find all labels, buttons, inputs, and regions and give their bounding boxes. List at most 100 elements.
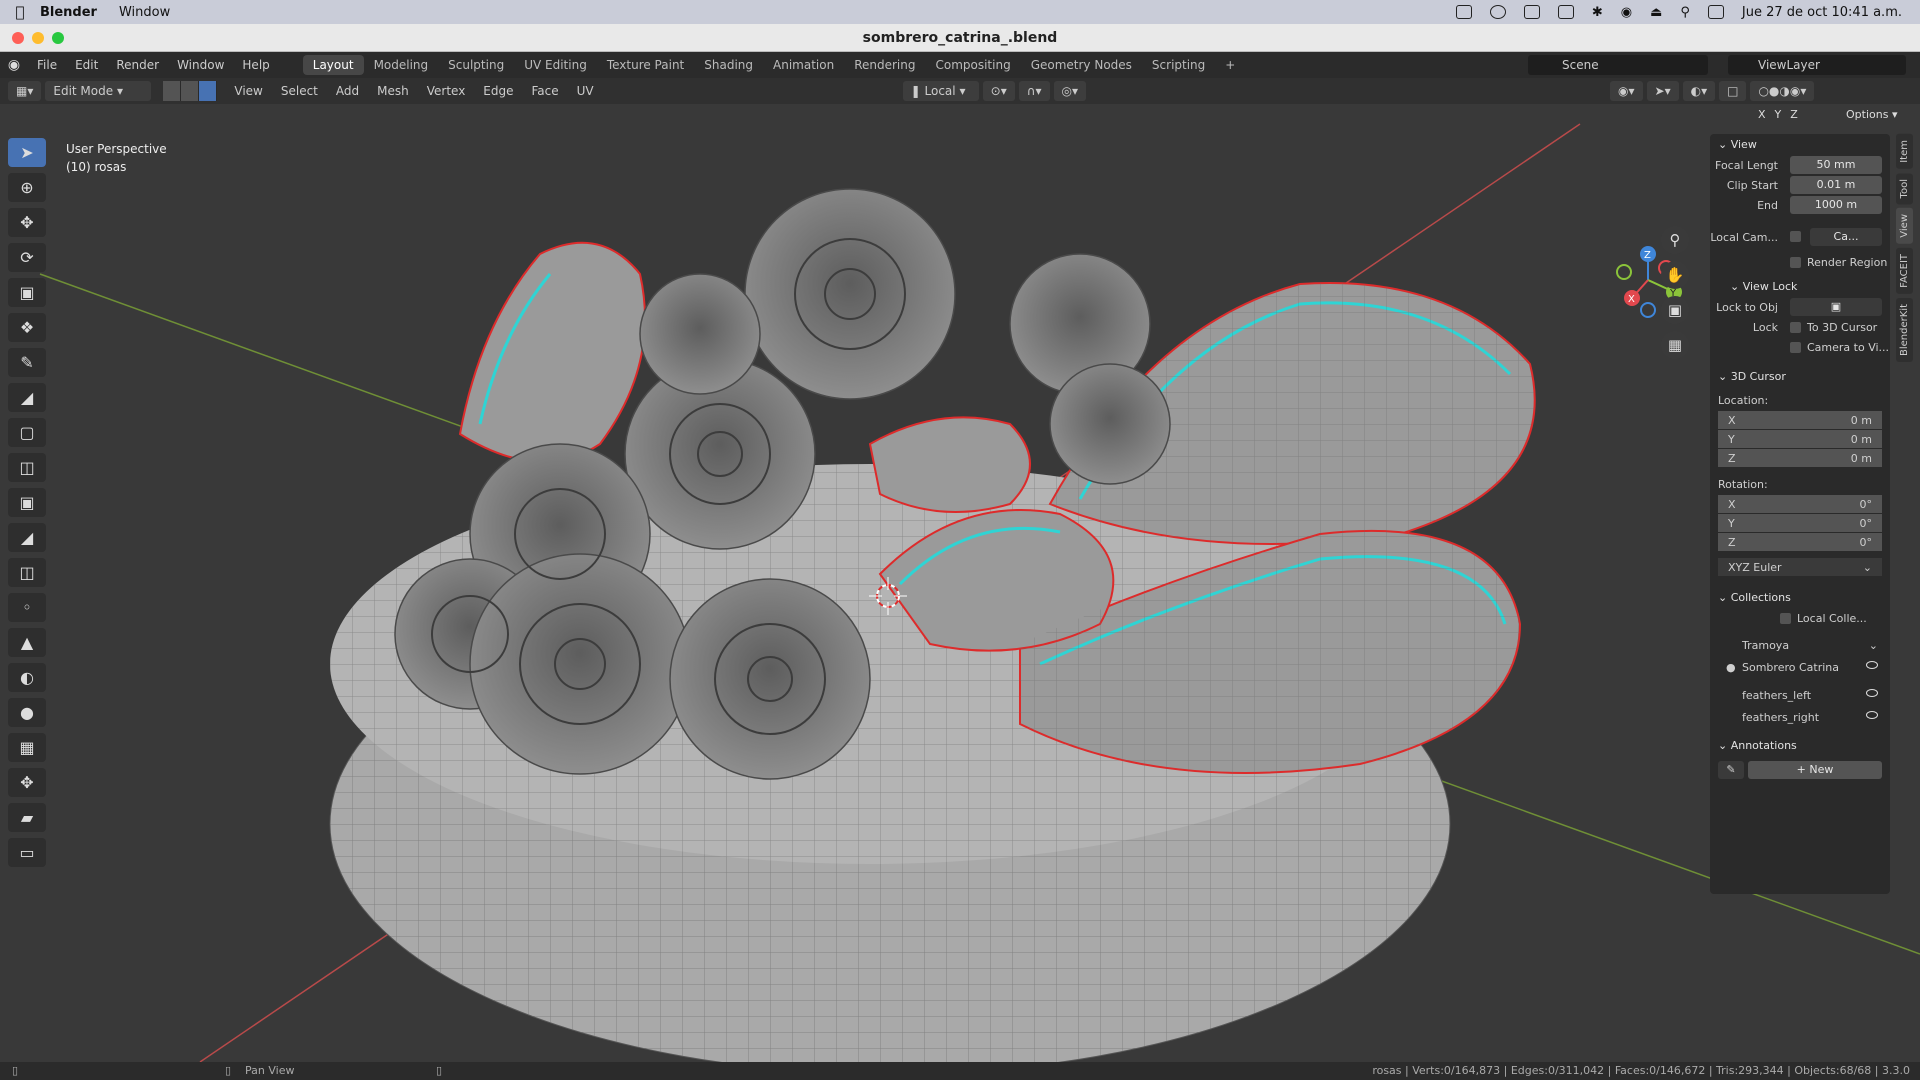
bluetooth-icon[interactable]: ✱ <box>1592 5 1603 20</box>
clip-end-field[interactable]: 1000 m <box>1790 196 1882 214</box>
camera-view-icon[interactable]: ▣ <box>1661 296 1689 324</box>
add-cube-tool-icon[interactable]: ▢ <box>8 418 46 447</box>
transform-orientation-dropdown[interactable]: ❚ Local ▾ <box>902 81 979 101</box>
blender-logo-icon[interactable]: ◉ <box>0 57 28 73</box>
new-annotation-button[interactable]: + New <box>1748 761 1882 779</box>
focal-length-field[interactable]: 50 mm <box>1790 156 1882 174</box>
collection-item-feathers-left[interactable]: feathers_left <box>1710 685 1890 707</box>
camera-to-view-checkbox[interactable] <box>1790 342 1801 353</box>
extrude-tool-icon[interactable]: ◫ <box>8 453 46 482</box>
clock-text[interactable]: Jue 27 de oct 10:41 a.m. <box>1742 5 1902 20</box>
collection-item-tramoya[interactable]: Tramoya ⌄ <box>1710 635 1890 657</box>
overlay-toggle[interactable]: ◐▾ <box>1682 81 1716 101</box>
menu-edge[interactable]: Edge <box>474 84 522 98</box>
chevron-down-icon[interactable]: ⌄ <box>1869 639 1878 652</box>
clip-start-field[interactable]: 0.01 m <box>1790 176 1882 194</box>
viewport-visibility-dropdown[interactable]: ◉▾ <box>1610 81 1643 101</box>
collection-item-sombrero-catrina[interactable]: ● Sombrero Catrina <box>1710 657 1890 679</box>
rotation-mode-dropdown[interactable]: XYZ Euler ⌄ <box>1718 558 1882 577</box>
knife-tool-icon[interactable]: ◦ <box>8 593 46 622</box>
face-select-button[interactable] <box>199 81 218 101</box>
tab-sculpting[interactable]: Sculpting <box>438 55 514 75</box>
eject-icon[interactable]: ⏏ <box>1650 5 1662 20</box>
view-lock-section-header[interactable]: ⌄ View Lock <box>1710 276 1890 298</box>
scale-tool-icon[interactable]: ▣ <box>8 278 46 307</box>
tab-uv-editing[interactable]: UV Editing <box>514 55 597 75</box>
menu-view[interactable]: View <box>225 84 271 98</box>
3d-viewport[interactable]: Z Y X <box>0 104 1920 1062</box>
tab-faceit[interactable]: FACEIT <box>1896 247 1913 294</box>
bevel-tool-icon[interactable]: ◢ <box>8 523 46 552</box>
menu-vertex[interactable]: Vertex <box>418 84 475 98</box>
lock-to-object-field[interactable]: ▣ <box>1790 298 1882 316</box>
scene-selector[interactable]: Scene <box>1528 55 1708 75</box>
transform-tool-icon[interactable]: ❖ <box>8 313 46 342</box>
tab-geometry-nodes[interactable]: Geometry Nodes <box>1021 55 1142 75</box>
tab-rendering[interactable]: Rendering <box>844 55 925 75</box>
tab-scripting[interactable]: Scripting <box>1142 55 1215 75</box>
inset-tool-icon[interactable]: ▣ <box>8 488 46 517</box>
shear-tool-icon[interactable]: ▰ <box>8 803 46 832</box>
annotate-tool-icon[interactable]: ✎ <box>8 348 46 377</box>
editor-type-button[interactable]: ▦▾ <box>8 81 42 101</box>
macos-menu-window[interactable]: Window <box>119 5 170 20</box>
bold-b-icon[interactable] <box>1489 5 1506 19</box>
pivot-point-dropdown[interactable]: ⊙▾ <box>982 81 1015 101</box>
local-camera-field[interactable]: Ca... <box>1810 228 1882 246</box>
spin-tool-icon[interactable]: ◐ <box>8 663 46 692</box>
mute-icon[interactable] <box>1523 5 1540 19</box>
select-box-tool-icon[interactable]: ➤ <box>8 138 46 167</box>
cursor-rotation-x[interactable]: X 0° <box>1718 495 1882 514</box>
menu-add[interactable]: Add <box>327 84 368 98</box>
measure-tool-icon[interactable]: ◢ <box>8 383 46 412</box>
tab-item[interactable]: Item <box>1896 134 1913 169</box>
loop-cut-tool-icon[interactable]: ◫ <box>8 558 46 587</box>
control-center-icon[interactable] <box>1707 5 1724 19</box>
cursor-tool-icon[interactable]: ⊕ <box>8 173 46 202</box>
cursor-location-z[interactable]: Z 0 m <box>1718 449 1882 468</box>
tab-blenderkit[interactable]: BlenderKit <box>1896 297 1913 362</box>
spotlight-search-icon[interactable]: ⚲ <box>1680 5 1690 20</box>
perspective-toggle-grid-icon[interactable]: ▦ <box>1661 331 1689 359</box>
apple-icon[interactable]:  <box>0 3 40 21</box>
cursor-rotation-z[interactable]: Z 0° <box>1718 533 1882 552</box>
wifi-icon[interactable]: ◉ <box>1621 5 1632 20</box>
view-layer-selector[interactable]: ViewLayer <box>1728 55 1906 75</box>
axis-y-toggle[interactable]: Y <box>1775 108 1782 121</box>
rotate-tool-icon[interactable]: ⟳ <box>8 243 46 272</box>
add-workspace-button[interactable]: + <box>1215 55 1245 75</box>
shading-modes[interactable]: ○●◑◉▾ <box>1750 81 1815 101</box>
vertex-select-button[interactable] <box>163 81 182 101</box>
menu-file[interactable]: File <box>28 58 66 72</box>
eye-icon[interactable] <box>1866 711 1878 719</box>
zoom-view-icon[interactable]: ⚲ <box>1661 226 1689 254</box>
collection-item-feathers-right[interactable]: feathers_right <box>1710 707 1890 729</box>
tab-shading[interactable]: Shading <box>694 55 763 75</box>
tab-view[interactable]: View <box>1896 208 1913 244</box>
menu-edit[interactable]: Edit <box>66 58 107 72</box>
dropbox-icon[interactable] <box>1455 5 1472 19</box>
local-camera-checkbox[interactable] <box>1790 231 1801 242</box>
tab-modeling[interactable]: Modeling <box>364 55 439 75</box>
tab-layout[interactable]: Layout <box>302 55 364 75</box>
snap-toggle[interactable]: ∩▾ <box>1018 81 1050 101</box>
tab-compositing[interactable]: Compositing <box>925 55 1020 75</box>
local-collections-checkbox[interactable] <box>1780 613 1791 624</box>
edge-select-button[interactable] <box>181 81 200 101</box>
display-icon[interactable] <box>1557 5 1574 19</box>
eye-icon[interactable] <box>1866 689 1878 697</box>
pan-view-hand-icon[interactable]: ✋ <box>1661 261 1689 289</box>
axis-z-toggle[interactable]: Z <box>1790 108 1798 121</box>
3d-cursor-section-header[interactable]: ⌄ 3D Cursor <box>1710 366 1890 388</box>
menu-help[interactable]: Help <box>233 58 278 72</box>
tab-animation[interactable]: Animation <box>763 55 844 75</box>
shrink-fatten-tool-icon[interactable]: ✥ <box>8 768 46 797</box>
move-tool-icon[interactable]: ✥ <box>8 208 46 237</box>
menu-mesh[interactable]: Mesh <box>368 84 418 98</box>
annotations-section-header[interactable]: ⌄ Annotations <box>1710 735 1890 757</box>
eye-icon[interactable] <box>1866 661 1878 669</box>
annotation-type-dropdown[interactable]: ✎ <box>1718 761 1744 779</box>
menu-face[interactable]: Face <box>523 84 568 98</box>
cursor-rotation-y[interactable]: Y 0° <box>1718 514 1882 533</box>
render-region-checkbox[interactable] <box>1790 257 1801 268</box>
